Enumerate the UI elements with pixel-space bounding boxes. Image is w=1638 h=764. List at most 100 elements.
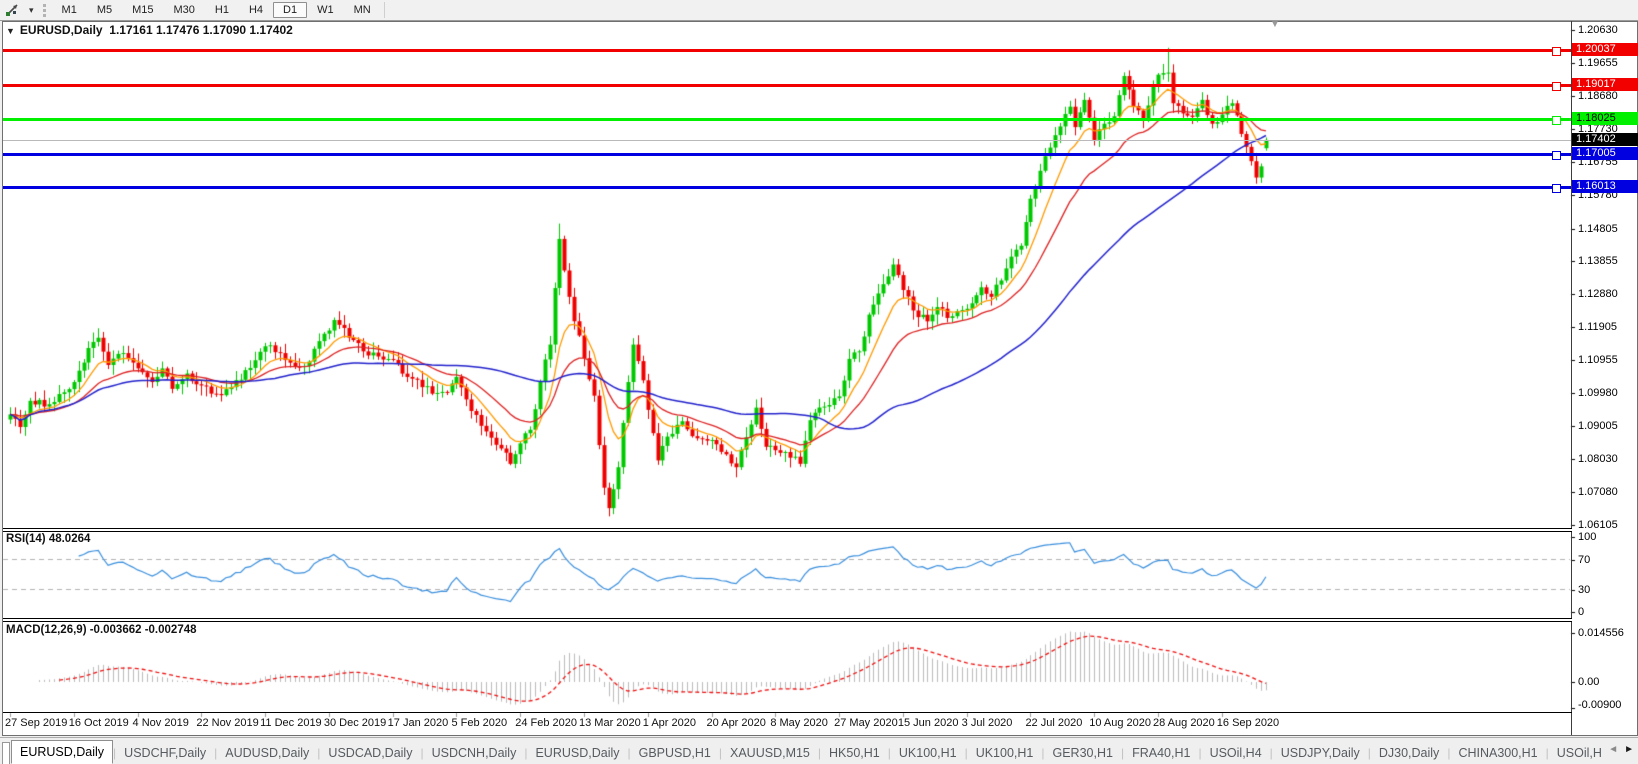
chart-tab-xauusd-m15[interactable]: XAUUSD,M15 [722, 743, 818, 764]
price-tick: 1.19655 [1578, 57, 1618, 70]
macd-tick: -0.00900 [1578, 699, 1622, 711]
price-tick: 1.20630 [1578, 24, 1618, 36]
date-axis-label: 27 May 2020 [834, 717, 898, 729]
date-axis-label: 28 Aug 2020 [1153, 717, 1215, 729]
timeframe-button-mn[interactable]: MN [344, 2, 381, 18]
date-axis-label: 30 Dec 2019 [323, 717, 387, 729]
timeframe-button-d1[interactable]: D1 [273, 2, 308, 18]
date-axis-label: 17 Jan 2020 [387, 717, 449, 729]
price-tick: 1.12880 [1578, 288, 1618, 301]
price-line-badge: 1.16013 [1572, 180, 1638, 194]
date-axis-label: 27 Sep 2019 [5, 717, 68, 729]
rsi-tick: 100 [1578, 531, 1597, 543]
chart-tab-fra40-h1[interactable]: FRA40,H1 [1124, 743, 1198, 764]
chart-tab-audusd-daily[interactable]: AUDUSD,Daily [217, 743, 317, 764]
date-axis-label: 4 Nov 2019 [132, 717, 189, 729]
chart-tab-usoil-h[interactable]: USOil,H [1549, 743, 1610, 764]
macd-tick: 0.00 [1578, 676, 1600, 688]
chart-cursor-icon[interactable] [0, 1, 24, 19]
line-handle[interactable] [1552, 184, 1561, 194]
date-axis-label: 11 Dec 2019 [260, 717, 322, 729]
price-tick: 1.07080 [1578, 485, 1618, 498]
date-axis-label: 10 Aug 2020 [1089, 717, 1152, 729]
line-handle[interactable] [1552, 81, 1561, 91]
price-tick: 1.06105 [1578, 519, 1618, 531]
timeframe-button-m5[interactable]: M5 [87, 2, 122, 18]
toolbar-separator [383, 2, 385, 18]
chart-tab-usdcad-daily[interactable]: USDCAD,Daily [320, 743, 420, 764]
timeframe-button-h4[interactable]: H4 [239, 2, 273, 18]
chart-cursor-icon-glyph [6, 4, 18, 16]
price-chart-canvas[interactable] [0, 0, 1638, 763]
support-resistance-line[interactable] [3, 186, 1571, 190]
timeframe-button-w1[interactable]: W1 [307, 2, 344, 18]
support-resistance-line[interactable] [3, 117, 1571, 121]
support-resistance-line[interactable] [3, 152, 1571, 156]
timeframe-button-m15[interactable]: M15 [122, 2, 163, 18]
symbol-dropdown-icon[interactable]: ▼ [6, 26, 15, 36]
rsi-tick: 30 [1578, 583, 1591, 596]
timeframe-group: M1 M5 M15 M30 H1 H4 D1 W1 MN [52, 2, 381, 18]
chart-tab-uk100-h1[interactable]: UK100,H1 [891, 743, 965, 764]
tab-scroll-arrows: ◄ ► [1605, 742, 1637, 758]
toolbar-grip[interactable] [42, 3, 46, 17]
timeframe-button-m1[interactable]: M1 [52, 2, 87, 18]
timeframe-button-h1[interactable]: H1 [205, 2, 239, 18]
rsi-tick: 70 [1578, 553, 1591, 566]
price-tick: 1.09980 [1578, 386, 1618, 399]
collapsed-tab-sliver[interactable] [2, 742, 10, 764]
line-handle[interactable] [1552, 150, 1561, 160]
chart-tab-usdchf-daily[interactable]: USDCHF,Daily [116, 743, 214, 764]
date-axis-label: 8 May 2020 [770, 717, 828, 729]
main-rsi-splitter[interactable] [3, 528, 1572, 532]
date-axis-border [3, 712, 1572, 713]
price-line-badge: 1.19017 [1572, 77, 1638, 91]
symbol-name: EURUSD,Daily [19, 23, 103, 37]
line-handle[interactable] [1552, 47, 1561, 57]
date-axis-label: 16 Oct 2019 [68, 717, 129, 729]
rsi-tick: 0 [1578, 606, 1585, 618]
date-axis-label: 16 Sep 2020 [1216, 717, 1280, 729]
chart-tab-usdjpy-daily[interactable]: USDJPY,Daily [1273, 743, 1368, 764]
price-line-badge: 1.18025 [1572, 111, 1638, 125]
tab-scroll-right-icon[interactable]: ► [1624, 742, 1634, 758]
chart-tab-eurusd-daily[interactable]: EURUSD,Daily [11, 740, 114, 764]
price-tick: 1.08030 [1578, 453, 1618, 466]
tab-scroll-left-icon[interactable]: ◄ [1608, 742, 1618, 758]
chart-mode-dropdown-icon[interactable]: ▾ [24, 1, 39, 19]
timeframe-button-m30[interactable]: M30 [164, 2, 205, 18]
support-resistance-line[interactable] [3, 83, 1571, 87]
chart-tab-bar: EURUSD,Daily | USDCHF,Daily | AUDUSD,Daily | U… [0, 737, 1638, 764]
chart-tab-eurusd-daily[interactable]: EURUSD,Daily [527, 743, 627, 764]
date-axis-label: 20 Apr 2020 [706, 717, 766, 729]
price-line-badge: 1.17005 [1572, 146, 1638, 160]
price-tick: 1.11905 [1578, 321, 1617, 334]
chart-tab-hk50-h1[interactable]: HK50,H1 [821, 743, 888, 764]
price-tick: 1.14805 [1578, 222, 1618, 235]
date-axis-label: 15 Jun 2020 [897, 717, 959, 729]
date-axis-label: 24 Feb 2020 [515, 717, 577, 729]
line-handle[interactable] [1552, 115, 1561, 125]
date-axis-label: 22 Jul 2020 [1025, 717, 1083, 729]
rsi-macd-splitter[interactable] [3, 618, 1572, 622]
macd-tick: 0.014556 [1578, 626, 1624, 639]
top-toolbar: ▾ M1 M5 M15 M30 H1 H4 D1 W1 MN [0, 0, 1638, 21]
mt4-terminal: { "toolbar": { "chart_mode_icon": "chart… [0, 0, 1638, 764]
chart-tab-gbpusd-h1[interactable]: GBPUSD,H1 [631, 743, 719, 764]
support-resistance-line[interactable] [3, 49, 1571, 53]
chart-tab-usoil-h4[interactable]: USOil,H4 [1202, 743, 1270, 764]
chart-tab-china300-h1[interactable]: CHINA300,H1 [1450, 743, 1545, 764]
price-line-badge: 1.20037 [1572, 43, 1638, 57]
chart-tab-uk100-h1[interactable]: UK100,H1 [968, 743, 1042, 764]
chart-tab-dj30-daily[interactable]: DJ30,Daily [1371, 743, 1447, 764]
date-axis-label: 1 Apr 2020 [642, 717, 696, 729]
chart-tab-ger30-h1[interactable]: GER30,H1 [1045, 743, 1121, 764]
chart-title: ▼ EURUSD,Daily 1.17161 1.17476 1.17090 1.… [6, 23, 293, 37]
chart-tab-usdcnh-daily[interactable]: USDCNH,Daily [424, 743, 525, 764]
price-tick: 1.09005 [1578, 420, 1618, 433]
price-tick: 1.10955 [1578, 353, 1618, 366]
current-price-badge: 1.17402 [1572, 133, 1638, 146]
macd-label: MACD(12,26,9) -0.003662 -0.002748 [6, 624, 197, 636]
rsi-label: RSI(14) 48.0264 [6, 533, 91, 545]
price-tick: 1.18680 [1578, 90, 1618, 103]
